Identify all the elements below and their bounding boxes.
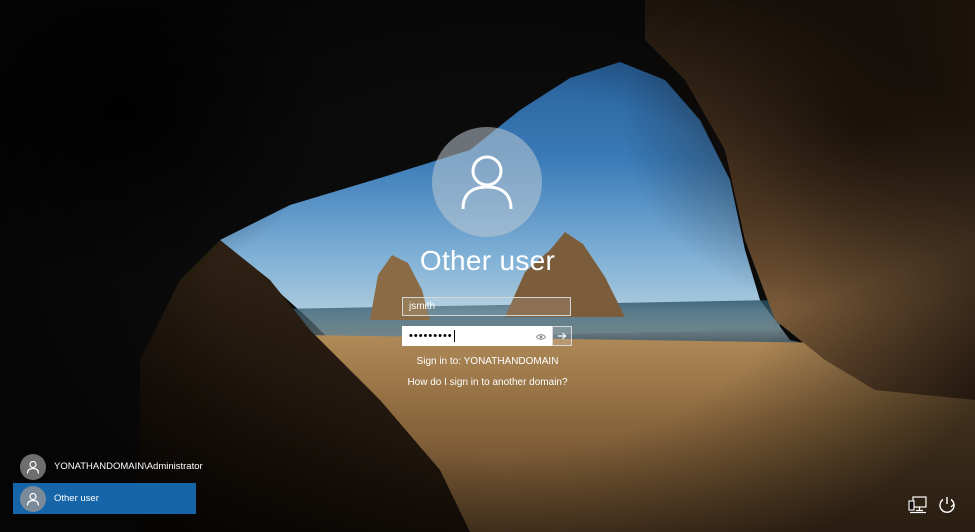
person-icon xyxy=(26,492,40,506)
user-display-name: Other user xyxy=(419,245,556,276)
password-input[interactable]: ••••••••• xyxy=(402,326,552,346)
sign-in-domain-text: Sign in to: YONATHANDOMAIN xyxy=(416,356,559,367)
user-switcher-list: YONATHANDOMAIN\Administrator Other user xyxy=(13,451,203,515)
arrow-right-icon xyxy=(558,332,567,340)
password-row: ••••••••• xyxy=(402,326,572,346)
user-tile-other-user[interactable]: Other user xyxy=(13,483,196,514)
text-caret xyxy=(453,330,455,342)
user-avatar-large xyxy=(432,127,542,237)
network-icon[interactable] xyxy=(908,495,928,515)
user-tile-administrator[interactable]: YONATHANDOMAIN\Administrator xyxy=(13,451,203,482)
password-mask: ••••••••• xyxy=(409,330,453,342)
person-icon xyxy=(461,155,513,210)
user-avatar-small xyxy=(20,453,46,480)
user-tile-label: YONATHANDOMAIN\Administrator xyxy=(54,461,203,472)
submit-button[interactable] xyxy=(552,326,572,346)
username-input[interactable] xyxy=(402,297,571,316)
user-avatar-small xyxy=(20,485,46,512)
person-icon xyxy=(26,460,40,474)
other-domain-help-link[interactable]: How do I sign in to another domain? xyxy=(0,377,975,388)
power-icon[interactable] xyxy=(937,495,957,515)
eye-icon[interactable] xyxy=(536,332,546,342)
user-tile-label: Other user xyxy=(54,493,99,504)
